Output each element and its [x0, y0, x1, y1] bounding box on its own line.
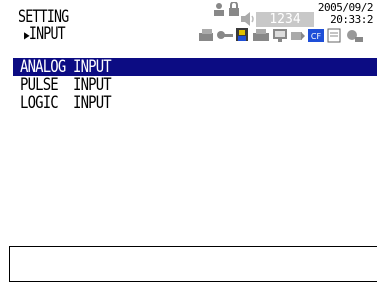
document-icon [327, 28, 341, 43]
time-label: 20:33:2 [330, 13, 373, 26]
lock-icon [229, 2, 239, 16]
menu-item-logic-input[interactable]: LOGIC INPUT [13, 94, 377, 112]
speaker-icon [241, 12, 254, 26]
menu-item-analog-input[interactable]: ANALOG INPUT [13, 58, 377, 76]
printer-icon [253, 29, 269, 41]
menu-item-pulse-input[interactable]: PULSE INPUT [13, 76, 377, 94]
user-icon [214, 3, 224, 16]
monitor-icon [273, 29, 287, 42]
person-icon [236, 28, 248, 41]
counter-display: 1234 [256, 12, 314, 27]
datetime-display: 2005/09/2 20:33:2 [311, 2, 374, 26]
cf-card-icon: CF [308, 29, 324, 42]
header-bar: SETTING ▶INPUT 1234 CF 2005/09/2 20:33:2 [0, 0, 377, 46]
network-icon [199, 29, 213, 41]
menu-list: ANALOG INPUT PULSE INPUT LOGIC INPUT [13, 58, 377, 238]
message-box [9, 246, 377, 282]
card-icon [291, 32, 305, 40]
svg-text:CF: CF [311, 32, 322, 41]
key-icon [217, 31, 233, 39]
usb-icon [347, 30, 363, 42]
